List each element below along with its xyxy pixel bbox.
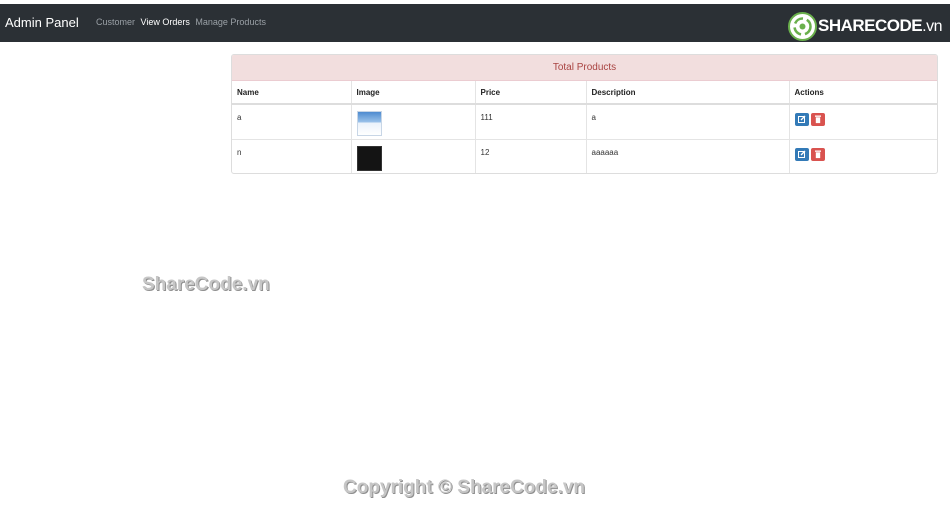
edit-icon — [797, 115, 805, 123]
cell-price: 12 — [475, 138, 587, 173]
nav-link-customer[interactable]: Customer — [96, 17, 135, 27]
watermark: ShareCode.vn — [142, 274, 270, 295]
nav-link-manage-products[interactable]: Manage Products — [195, 17, 266, 27]
logo-mark-icon — [788, 12, 817, 41]
products-table: Name Image Price Description Actions a 1… — [232, 81, 937, 173]
delete-button[interactable] — [810, 147, 825, 161]
nav-link-view-orders[interactable]: View Orders — [141, 17, 190, 27]
column-header-description: Description — [586, 81, 790, 105]
nav-links: Customer View Orders Manage Products — [96, 17, 269, 27]
table-row: n 12 aaaaaa — [232, 138, 937, 173]
trash-icon — [814, 150, 821, 158]
cell-description: a — [586, 104, 790, 139]
product-thumbnail — [356, 111, 382, 136]
products-panel: Total Products Name Image Price Descript… — [231, 54, 938, 174]
logo-text: SHARECODE.vn — [818, 16, 942, 36]
logo-text-suffix: .vn — [922, 18, 942, 35]
cell-image — [351, 104, 476, 139]
cell-price: 111 — [475, 104, 587, 139]
cell-image — [351, 138, 476, 173]
cell-name: n — [232, 138, 352, 173]
cell-actions — [789, 104, 937, 139]
trash-icon — [814, 115, 821, 124]
sharecode-logo: SHARECODE.vn — [788, 12, 944, 42]
logo-text-main: SHARECODE — [818, 16, 923, 35]
column-header-name: Name — [232, 81, 352, 105]
column-header-image: Image — [351, 81, 476, 105]
product-thumbnail — [356, 145, 382, 171]
column-header-price: Price — [475, 81, 587, 105]
copyright-watermark: Copyright © ShareCode.vn — [343, 477, 586, 498]
table-row: a 111 a — [232, 104, 937, 139]
table-header-row: Name Image Price Description Actions — [232, 81, 937, 105]
navbar-brand[interactable]: Admin Panel — [5, 15, 79, 30]
cell-description: aaaaaa — [586, 138, 790, 173]
navbar: Admin Panel Customer View Orders Manage … — [0, 4, 950, 42]
column-header-actions: Actions — [789, 81, 937, 105]
edit-button[interactable] — [794, 113, 809, 126]
delete-button[interactable] — [810, 113, 825, 126]
panel-heading: Total Products — [232, 55, 937, 81]
edit-button[interactable] — [794, 147, 809, 161]
cell-name: a — [232, 104, 352, 139]
cell-actions — [789, 138, 937, 173]
edit-icon — [797, 150, 805, 158]
